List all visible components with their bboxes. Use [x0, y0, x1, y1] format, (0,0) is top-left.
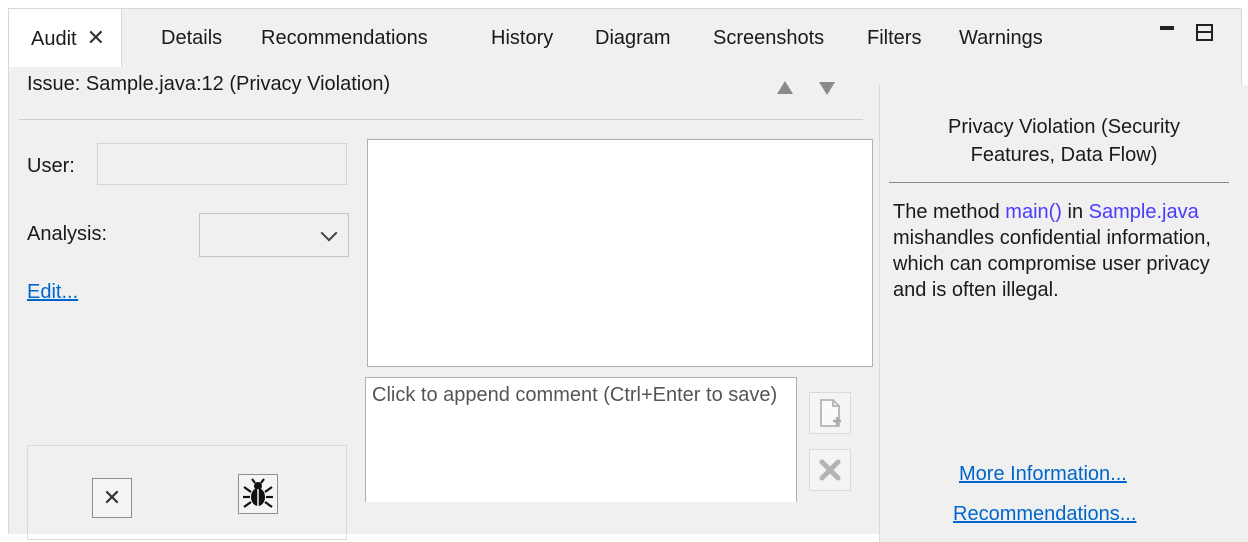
- description-in: in: [1061, 201, 1089, 223]
- action-button-group: ✕: [27, 445, 347, 540]
- description-suffix: mishandles confidential information, whi…: [893, 227, 1211, 301]
- more-information-link[interactable]: More Information...: [959, 463, 1127, 486]
- delete-comment-button[interactable]: [809, 449, 851, 491]
- tab-audit[interactable]: Audit ✕: [9, 9, 123, 67]
- edit-link[interactable]: Edit...: [27, 281, 78, 304]
- file-bug-button[interactable]: [238, 474, 278, 514]
- tab-diagram[interactable]: Diagram: [595, 9, 671, 67]
- chevron-down-icon: [320, 224, 338, 242]
- delete-comment-icon: [819, 459, 841, 481]
- description-text: The method main() in Sample.java mishand…: [893, 199, 1213, 303]
- tab-details[interactable]: Details: [161, 9, 222, 67]
- tab-bar: Audit ✕ Details Recommendations History D…: [9, 9, 1241, 67]
- header-divider: [19, 119, 863, 120]
- analysis-dropdown[interactable]: [199, 213, 349, 257]
- tab-screenshots[interactable]: Screenshots: [713, 9, 824, 67]
- audit-panel: Audit ✕ Details Recommendations History D…: [8, 8, 1248, 542]
- add-comment-icon: [820, 399, 841, 427]
- user-field[interactable]: [97, 143, 347, 185]
- tab-warnings[interactable]: Warnings: [959, 9, 1043, 67]
- analysis-label: Analysis:: [27, 223, 108, 245]
- suppress-button[interactable]: ✕: [92, 478, 132, 518]
- maximize-icon[interactable]: [1195, 23, 1215, 43]
- category-title: Privacy Violation (Security Features, Da…: [948, 116, 1180, 166]
- tab-filters[interactable]: Filters: [867, 9, 921, 67]
- description-prefix: The method: [893, 201, 1006, 223]
- close-tab-icon[interactable]: ✕: [87, 25, 105, 50]
- tab-history[interactable]: History: [491, 9, 553, 67]
- append-comment-field[interactable]: Click to append comment (Ctrl+Enter to s…: [365, 377, 797, 502]
- tab-audit-label: Audit: [31, 28, 77, 50]
- tab-recommendations[interactable]: Recommendations: [261, 9, 428, 67]
- comment-history-area[interactable]: [367, 139, 873, 367]
- bug-icon: [243, 478, 273, 508]
- recommendations-link[interactable]: Recommendations...: [953, 503, 1136, 526]
- close-icon: ✕: [102, 485, 122, 510]
- description-divider: [889, 182, 1229, 183]
- user-label: User:: [27, 155, 75, 177]
- add-comment-button[interactable]: [809, 392, 851, 434]
- previous-issue-icon[interactable]: [777, 81, 793, 94]
- file-link[interactable]: Sample.java: [1089, 201, 1199, 223]
- issue-title: Issue: Sample.java:12 (Privacy Violation…: [27, 73, 391, 95]
- minimize-icon[interactable]: [1158, 23, 1178, 43]
- next-issue-icon[interactable]: [819, 82, 835, 95]
- method-link[interactable]: main(): [1005, 201, 1062, 223]
